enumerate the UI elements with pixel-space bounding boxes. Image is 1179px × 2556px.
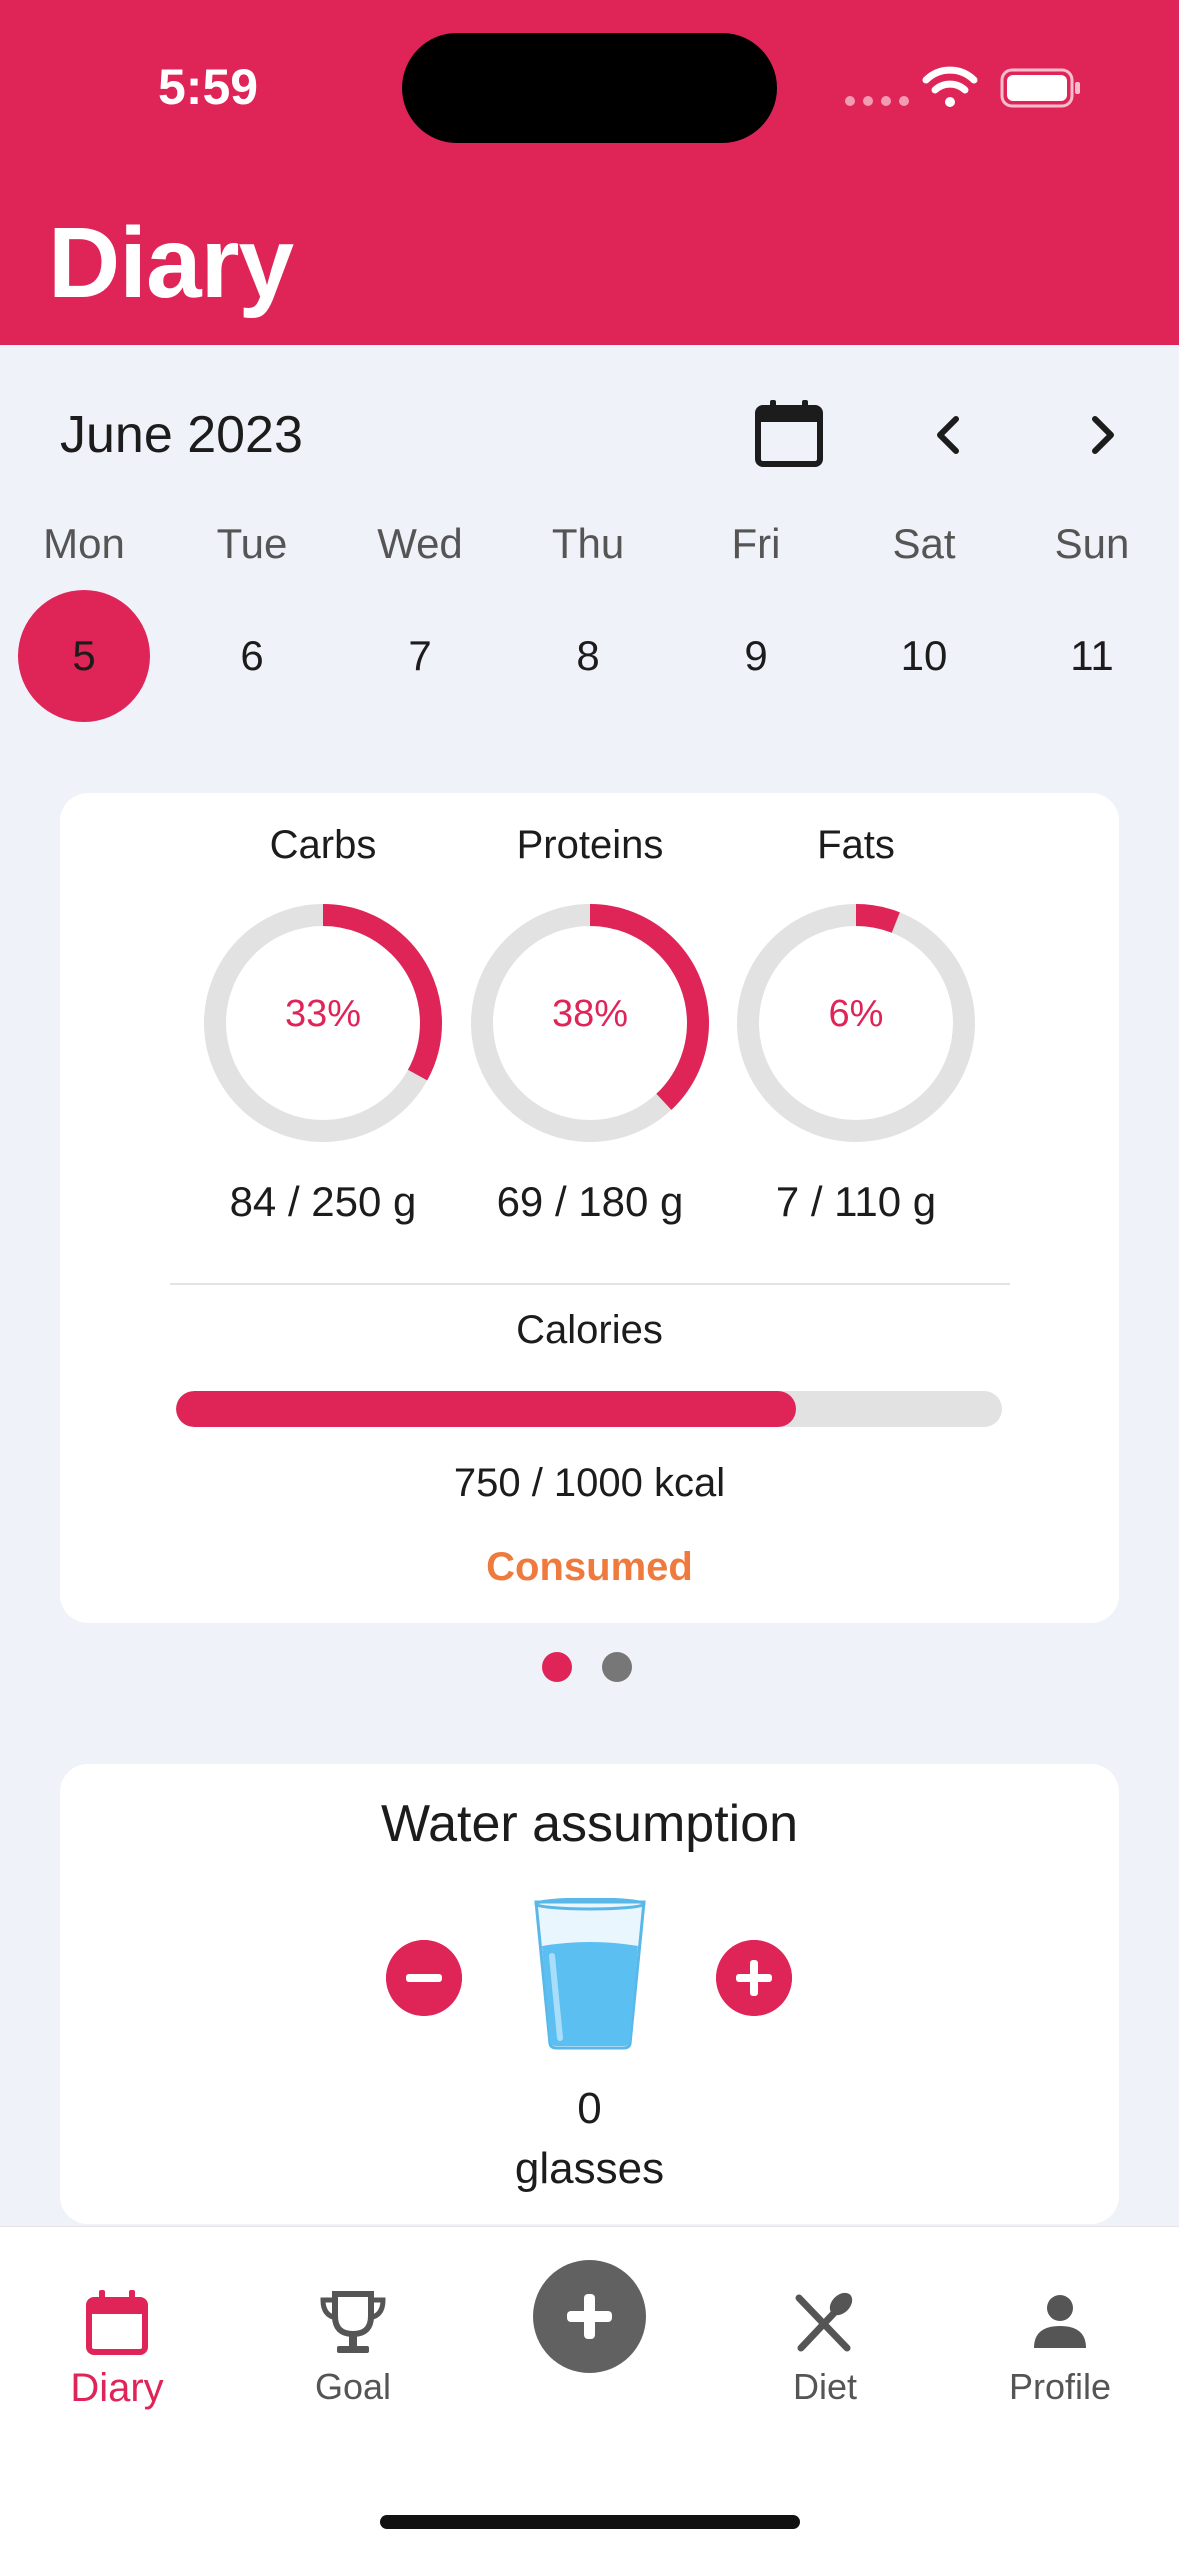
tab-profile[interactable]: Profile [970,2282,1150,2408]
macro-amount: 84 / 250 g [229,1178,417,1225]
trophy-icon [320,2291,386,2353]
battery-icon [1000,68,1080,108]
wifi-icon [922,66,978,107]
page-title: Diary [48,207,294,319]
day-number[interactable]: 9 [672,590,840,722]
calendar-icon [86,2290,148,2355]
day-number[interactable]: 10 [840,590,1008,722]
page-dot[interactable] [602,1652,632,1682]
macros-card[interactable]: Carbs 33% 84 / 250 g Proteins 38% 69 / 1… [60,793,1119,1623]
bottom-tab-bar: Diary Goal Diet Profile [0,2226,1179,2556]
macro-label: Carbs [269,823,377,867]
day-number[interactable]: 11 [1008,590,1176,722]
home-indicator [380,2515,800,2529]
macro-amount: 69 / 180 g [496,1178,684,1225]
page-dot-active[interactable] [542,1652,572,1682]
water-card: Water assumption 0 glasses [60,1764,1119,2224]
day-number-selected[interactable]: 5 [0,590,168,722]
day-name: Wed [377,520,463,567]
fork-knife-icon [795,2292,853,2352]
status-time: 5:59 [158,59,259,115]
tab-diet[interactable]: Diet [735,2282,915,2408]
page-indicator[interactable] [542,1652,632,1682]
person-icon [1034,2295,1086,2348]
day-name: Sat [892,520,956,567]
day-name: Sun [1054,520,1130,567]
calories-label: Calories [516,1308,663,1352]
day-number[interactable]: 8 [504,590,672,722]
water-count: 0 [577,2084,602,2133]
divider [170,1283,1010,1285]
macro-amount: 7 / 110 g [775,1178,937,1225]
calories-status: Consumed [486,1545,693,1589]
plus-icon [567,2294,612,2339]
day-number[interactable]: 6 [168,590,336,722]
tab-label: Profile [1008,2366,1112,2407]
day-number[interactable]: 7 [336,590,504,722]
calories-progress-bar [176,1391,1002,1427]
macro-percent: 33% [284,993,362,1035]
cellular-signal-icon [845,96,909,106]
day-name: Thu [551,520,625,567]
app-header: 5:59 Diary [0,0,1179,345]
add-entry-button[interactable] [533,2260,646,2373]
day-name: Fri [731,520,781,567]
water-unit: glasses [514,2144,665,2193]
calories-progress-fill [176,1391,796,1427]
water-glass-icon [534,1898,646,2050]
water-title: Water assumption [380,1795,799,1853]
macro-label: Proteins [516,823,664,867]
water-decrease-button[interactable] [386,1940,462,2016]
calories-amount: 750 / 1000 kcal [453,1461,726,1505]
month-label: June 2023 [60,406,303,464]
calendar-icon[interactable] [750,398,830,470]
next-week-button[interactable] [1075,405,1131,465]
tab-goal[interactable]: Goal [263,2282,443,2408]
tab-label: Diary [70,2366,164,2410]
tab-label: Goal [314,2366,392,2407]
dynamic-island [402,33,777,143]
water-increase-button[interactable] [716,1940,792,2016]
previous-week-button[interactable] [920,405,976,465]
macro-label: Fats [817,823,895,867]
macro-percent: 38% [551,993,629,1035]
day-name: Mon [43,520,125,567]
tab-diary[interactable]: Diary [27,2282,207,2411]
day-name: Tue [216,520,288,567]
tab-label: Diet [792,2366,858,2407]
macro-percent: 6% [828,993,884,1035]
